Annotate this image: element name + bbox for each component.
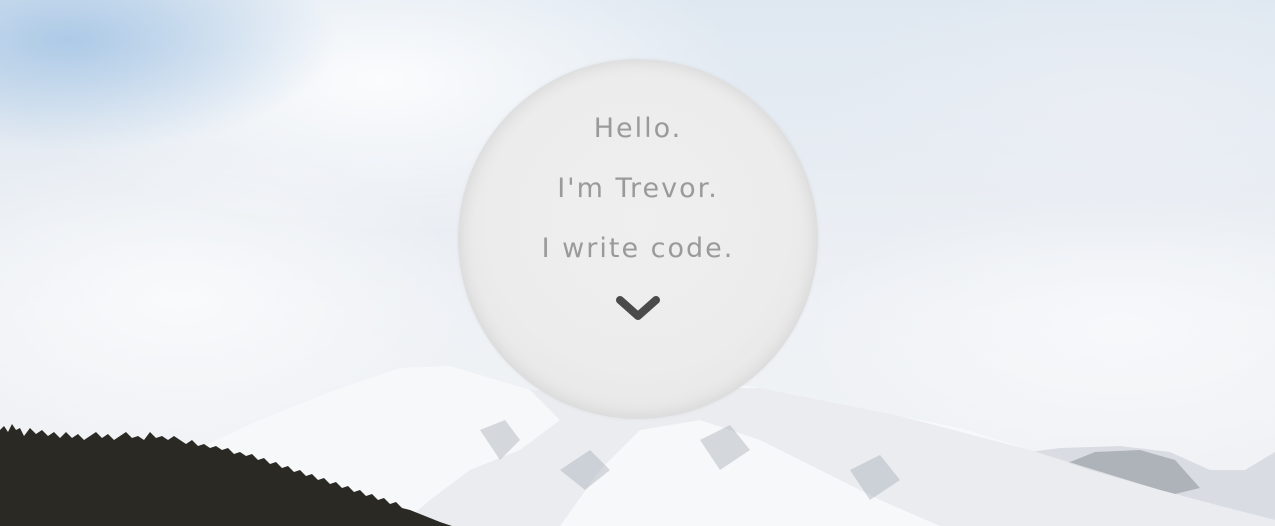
name-text: I'm Trevor. [557,173,719,204]
chevron-down-icon [616,296,660,320]
tagline-text: I write code. [541,233,735,264]
hero-section: Hello. I'm Trevor. I write code. [0,0,1275,526]
greeting-text: Hello. [593,113,683,144]
intro-circle: Hello. I'm Trevor. I write code. [458,59,818,419]
scroll-down-button[interactable] [611,288,665,328]
